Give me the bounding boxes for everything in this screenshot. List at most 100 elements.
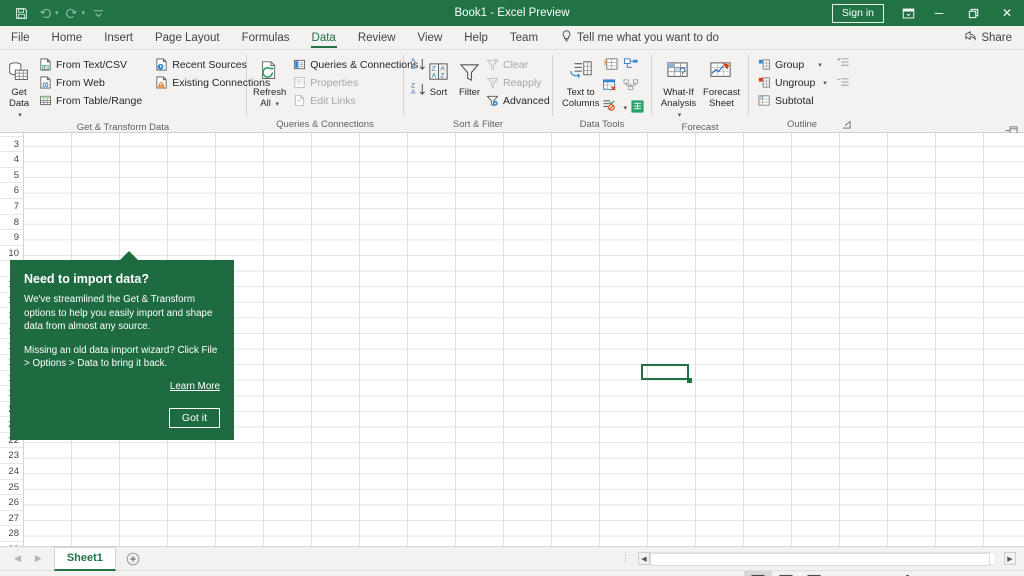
row-header[interactable]: 25 (0, 480, 23, 496)
sort-descending-icon[interactable]: ZA (410, 81, 427, 101)
restore-button[interactable] (956, 0, 990, 26)
sort-ascending-icon[interactable]: AZ (410, 56, 427, 76)
redo-dropdown-caret[interactable]: ▾ (82, 9, 86, 17)
flash-fill-icon[interactable] (602, 57, 618, 75)
horizontal-scrollbar[interactable]: ◀ ▶ (638, 552, 1016, 566)
selected-cell[interactable] (641, 364, 689, 380)
refresh-all-button[interactable]: Refresh All ▾ (253, 54, 286, 110)
data-validation-dropdown-caret[interactable]: ▾ (623, 104, 627, 112)
tab-formulas[interactable]: Formulas (231, 26, 301, 49)
undo-dropdown-caret[interactable]: ▾ (55, 9, 59, 17)
text-to-columns-button[interactable]: Text to Columns (559, 54, 602, 109)
forecast-sheet-button[interactable]: Forecast Sheet (701, 54, 742, 109)
tab-home[interactable]: Home (41, 26, 94, 49)
row-header[interactable]: 3 (0, 137, 23, 153)
scroll-left-icon[interactable]: ◀ (638, 552, 650, 565)
group-button[interactable]: Group ▾ (755, 56, 831, 73)
sheet-tab-bar: ◀ ▶ Sheet1 ⋮ ◀ ▶ (0, 546, 1024, 571)
row-header[interactable]: 26 (0, 495, 23, 511)
row-header[interactable]: 27 (0, 511, 23, 527)
sign-in-button[interactable]: Sign in (831, 3, 884, 23)
page-layout-view-icon[interactable] (772, 571, 800, 576)
tab-team[interactable]: Team (499, 26, 549, 49)
row-header[interactable]: 23 (0, 448, 23, 465)
previous-sheet-icon[interactable]: ◀ (14, 553, 21, 564)
tab-insert[interactable]: Insert (93, 26, 144, 49)
close-button[interactable]: ✕ (990, 0, 1024, 26)
group-icon (757, 58, 771, 72)
ungroup-button[interactable]: Ungroup ▾ (755, 74, 831, 91)
consolidate-icon[interactable] (623, 57, 639, 75)
sheet-tab-sheet1[interactable]: Sheet1 (53, 546, 116, 571)
text-to-columns-label-1: Text to (566, 87, 595, 98)
redo-icon[interactable] (61, 3, 83, 23)
from-text-csv-label: From Text/CSV (56, 58, 127, 71)
svg-text:12: 12 (759, 96, 763, 100)
ungroup-dropdown-caret[interactable]: ▾ (823, 79, 827, 87)
normal-view-icon[interactable] (744, 570, 772, 576)
advanced-filter-button[interactable]: Advanced (483, 92, 554, 109)
ribbon-group-data-tools: Text to Columns ▾ Data Tools (553, 50, 651, 132)
row-header[interactable]: 10 (0, 246, 23, 262)
next-sheet-icon[interactable]: ▶ (35, 553, 42, 564)
row-header[interactable]: 29 (0, 542, 23, 546)
fill-handle[interactable] (687, 377, 692, 383)
row-header[interactable]: 9 (0, 230, 23, 246)
row-header[interactable]: 7 (0, 199, 23, 215)
tab-review[interactable]: Review (347, 26, 407, 49)
sort-button[interactable]: ZAAZ Sort (427, 54, 450, 98)
add-sheet-icon[interactable] (126, 552, 140, 566)
hscroll-thumb[interactable] (650, 553, 990, 566)
filter-button[interactable]: Filter (458, 54, 481, 98)
sort-dialog-icon: ZAAZ (427, 57, 450, 87)
share-button[interactable]: Share (953, 26, 1024, 49)
undo-icon[interactable] (34, 3, 56, 23)
scroll-right-icon[interactable]: ▶ (1004, 552, 1016, 565)
edit-links-icon (292, 94, 306, 108)
manage-data-model-icon[interactable] (630, 99, 645, 117)
row-header[interactable]: 24 (0, 464, 23, 480)
what-if-analysis-button[interactable]: ? What-If Analysis ▾ (658, 54, 699, 121)
tab-file[interactable]: File (0, 26, 41, 49)
got-it-button[interactable]: Got it (168, 407, 220, 428)
properties-label: Properties (310, 76, 359, 89)
row-header[interactable]: 4 (0, 152, 23, 168)
group-label-sort-filter: Sort & Filter (452, 119, 504, 130)
tab-help[interactable]: Help (453, 26, 499, 49)
tell-me-search[interactable]: Tell me what you want to do (549, 26, 719, 49)
group-dropdown-caret[interactable]: ▾ (818, 61, 822, 69)
row-header[interactable]: 8 (0, 215, 23, 231)
data-validation-icon[interactable] (602, 99, 618, 117)
show-detail-icon[interactable] (837, 57, 850, 71)
remove-duplicates-icon[interactable] (602, 78, 618, 96)
learn-more-link[interactable]: Learn More (24, 381, 220, 392)
worksheet-area[interactable]: 2345678910111213141516171819202122232425… (0, 133, 1024, 546)
relationships-icon[interactable] (623, 78, 639, 96)
from-table-range-button[interactable]: From Table/Range (36, 92, 146, 109)
page-break-preview-icon[interactable] (800, 571, 828, 576)
queries-connections-button[interactable]: Queries & Connections (290, 56, 422, 73)
split-handle-icon[interactable]: ⋮ (613, 553, 638, 564)
ribbon-group-queries-connections: Refresh All ▾ Queries & Connections Prop… (247, 50, 418, 132)
tab-page-layout[interactable]: Page Layout (144, 26, 231, 49)
row-header[interactable]: 28 (0, 526, 23, 543)
advanced-filter-icon (485, 94, 499, 108)
subtotal-button[interactable]: 12 Subtotal (755, 92, 831, 109)
get-data-button[interactable]: Get Data ▾ (6, 54, 32, 121)
tab-data[interactable]: Data (301, 26, 347, 49)
customize-quick-access-icon[interactable] (87, 3, 109, 23)
dialog-launcher-icon[interactable] (842, 120, 851, 131)
from-text-csv-button[interactable]: From Text/CSV (36, 56, 146, 73)
minimize-button[interactable]: ─ (922, 0, 956, 26)
hscroll-track[interactable] (650, 552, 994, 566)
tab-view[interactable]: View (407, 26, 454, 49)
ribbon-display-options-icon[interactable] (894, 0, 922, 26)
row-header[interactable]: 5 (0, 168, 23, 184)
svg-text:A: A (432, 72, 437, 79)
from-web-button[interactable]: From Web (36, 74, 146, 91)
sheet-nav-arrows[interactable]: ◀ ▶ (0, 553, 54, 564)
save-icon[interactable] (10, 3, 32, 23)
get-data-icon (6, 57, 32, 87)
hide-detail-icon[interactable] (837, 77, 850, 91)
row-header[interactable]: 6 (0, 183, 23, 199)
